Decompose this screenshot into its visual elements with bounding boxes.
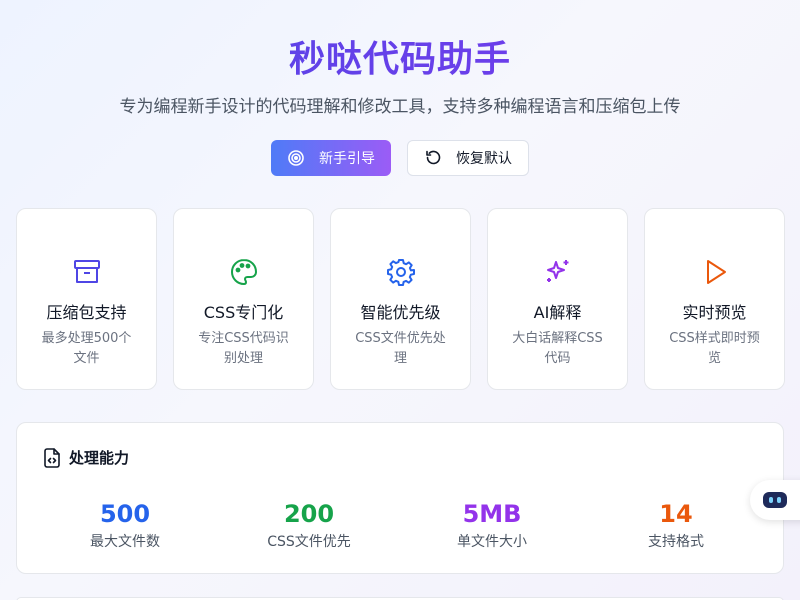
archive-icon <box>73 260 100 283</box>
guide-button[interactable]: 新手引导 <box>271 140 391 176</box>
feature-title: CSS专门化 <box>203 303 284 322</box>
feature-card-ai: AI解释 大白话解释CSS代码 <box>487 208 628 390</box>
palette-icon <box>230 258 257 286</box>
panel-title: 处理能力 <box>69 449 130 467</box>
assistant-button[interactable] <box>750 480 800 520</box>
rotate-ccw-icon <box>424 149 442 167</box>
feature-desc: 大白话解释CSS代码 <box>512 331 603 366</box>
capabilities-panel: 处理能力 500 最大文件数 200 CSS文件优先 5MB 单文件大小 14 … <box>16 422 784 574</box>
panel-header: 处理能力 <box>43 447 129 468</box>
stat-value: 200 <box>283 500 335 528</box>
stat-label: CSS文件优先 <box>267 534 351 550</box>
feature-title: 实时预览 <box>682 303 747 322</box>
feature-title: AI解释 <box>533 303 582 322</box>
feature-title: 智能优先级 <box>360 303 441 322</box>
stat-value: 14 <box>659 500 693 528</box>
feature-card-archive: 压缩包支持 最多处理500个文件 <box>16 208 157 390</box>
gear-icon <box>386 259 415 286</box>
action-bar: 新手引导 恢复默认 <box>271 140 529 176</box>
guide-button-label: 新手引导 <box>319 151 375 167</box>
feature-card-css: CSS专门化 专注CSS代码识别处理 <box>173 208 314 390</box>
stat-label: 单文件大小 <box>457 534 527 550</box>
target-icon <box>287 149 305 167</box>
sparkles-icon <box>546 260 568 282</box>
stat-formats: 14 支持格式 <box>596 499 756 551</box>
stat-label: 支持格式 <box>648 534 704 550</box>
feature-desc: 最多处理500个文件 <box>41 331 132 366</box>
feature-title: 压缩包支持 <box>46 303 127 322</box>
stat-css-priority: 200 CSS文件优先 <box>229 499 389 551</box>
feature-desc: CSS文件优先处理 <box>355 331 446 366</box>
stat-value: 500 <box>99 500 151 528</box>
page-subtitle: 专为编程新手设计的代码理解和修改工具，支持多种编程语言和压缩包上传 <box>119 97 681 117</box>
stat-value: 5MB <box>462 500 522 528</box>
feature-card-priority: 智能优先级 CSS文件优先处理 <box>330 208 471 390</box>
reset-button[interactable]: 恢复默认 <box>407 140 529 176</box>
page-title: 秒哒代码助手 <box>0 30 800 82</box>
stat-file-size: 5MB 单文件大小 <box>412 499 572 551</box>
feature-desc: 专注CSS代码识别处理 <box>198 331 289 366</box>
feature-list: 压缩包支持 最多处理500个文件 CSS专门化 专注CSS代码识别处理 智能优先… <box>16 208 785 390</box>
stat-max-files: 500 最大文件数 <box>45 499 205 551</box>
reset-button-label: 恢复默认 <box>456 151 512 167</box>
stat-label: 最大文件数 <box>90 534 160 550</box>
feature-card-preview: 实时预览 CSS样式即时预览 <box>644 208 785 390</box>
play-icon <box>706 260 726 284</box>
robot-icon <box>763 492 787 508</box>
feature-desc: CSS样式即时预览 <box>669 331 760 366</box>
file-code-icon <box>44 447 60 468</box>
